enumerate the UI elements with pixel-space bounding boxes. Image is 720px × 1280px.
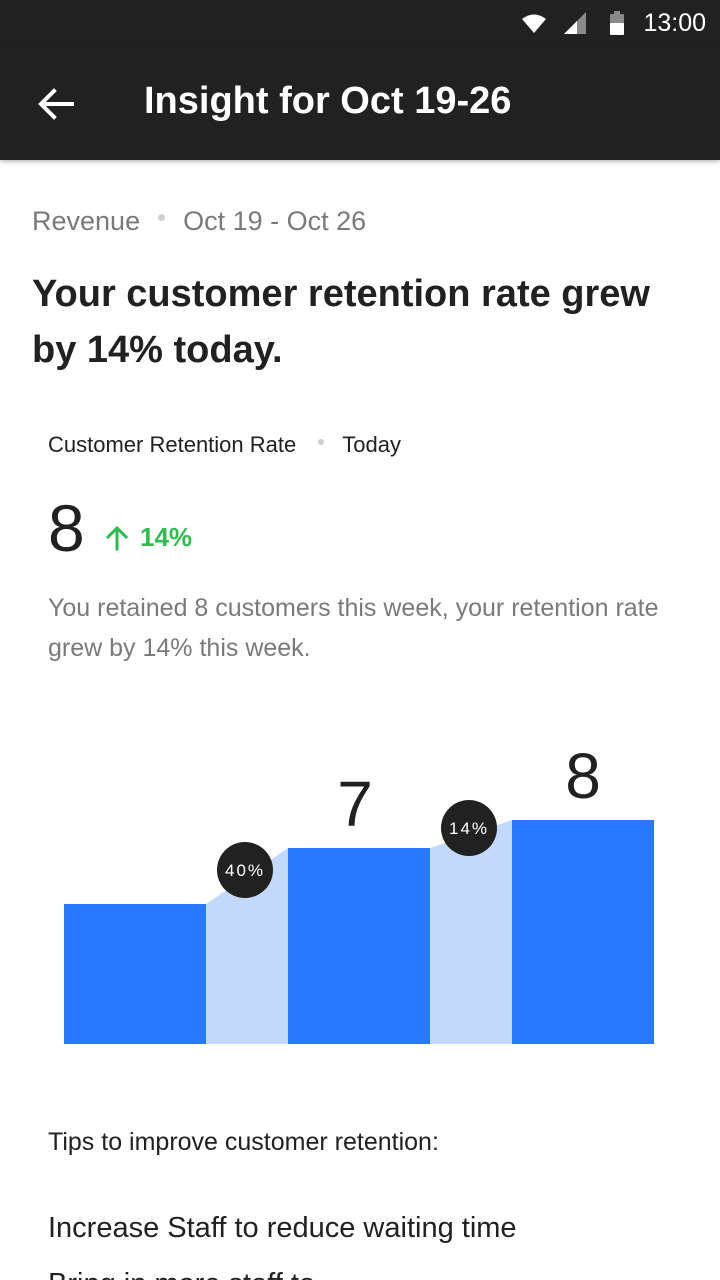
arrow-up-icon [105, 525, 129, 550]
cell-signal-icon [564, 12, 586, 34]
arrow-left-icon [38, 88, 74, 120]
metric-header: Customer Retention Rate Today [48, 432, 401, 458]
separator-dot [318, 439, 325, 445]
status-bar: 13:00 [0, 0, 720, 48]
metric-change: 14% [104, 522, 192, 553]
metric-name: Customer Retention Rate [48, 432, 297, 457]
tip-item[interactable]: Bring in more staff to... [48, 1268, 339, 1280]
tips-title: Tips to improve customer retention: [48, 1128, 439, 1156]
separator-dot [158, 214, 166, 221]
growth-label: 14% [449, 819, 489, 838]
insight-category: Revenue [32, 206, 141, 236]
metric-change-value: 14% [140, 522, 193, 552]
growth-label: 40% [225, 861, 265, 880]
wifi-icon [522, 14, 546, 33]
chart-bar [512, 820, 654, 1044]
metric-description: You retained 8 customers this week, your… [48, 594, 659, 662]
insight-meta: Revenue Oct 19 - Oct 26 [32, 206, 366, 237]
insight-content: Revenue Oct 19 - Oct 26 Your customer re… [0, 160, 720, 1280]
metric-value: 8 [48, 491, 85, 565]
bar-value-label: 8 [565, 740, 601, 812]
chart-bar [64, 904, 206, 1044]
chart-bar [288, 848, 430, 1044]
insight-headline: Your customer retention rate grew by 14%… [32, 273, 650, 371]
page-title: Insight for Oct 19-26 [144, 80, 512, 122]
app-bar: Insight for Oct 19-26 [0, 48, 720, 160]
retention-chart: 7 8 40% 14% [0, 740, 720, 1080]
retention-chart-svg: 7 8 40% 14% [64, 740, 654, 1044]
bar-value-label: 7 [337, 768, 373, 840]
battery-icon [610, 11, 624, 35]
metric-period: Today [342, 432, 401, 457]
insight-date-range: Oct 19 - Oct 26 [183, 206, 367, 236]
status-time: 13:00 [643, 9, 706, 37]
back-button[interactable] [24, 72, 88, 136]
tip-item[interactable]: Increase Staff to reduce waiting time [48, 1212, 517, 1245]
